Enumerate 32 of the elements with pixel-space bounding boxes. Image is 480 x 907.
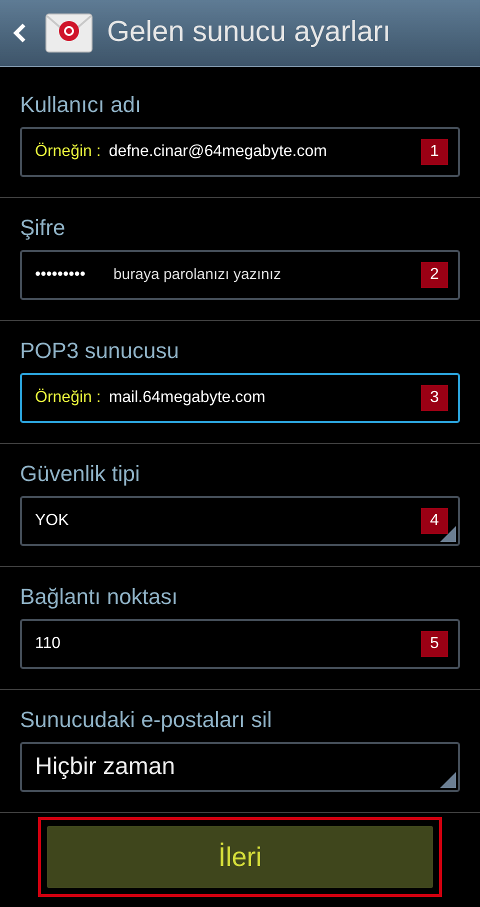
field-label: Güvenlik tipi: [20, 460, 141, 488]
dropdown-field[interactable]: Hiçbir zaman: [20, 742, 460, 792]
dropdown-corner-icon: [440, 772, 456, 788]
field-value: Hiçbir zaman: [35, 752, 176, 782]
field-label: Şifre: [20, 214, 66, 242]
example-hint: Örneğin :: [35, 142, 101, 162]
dropdown-corner-icon: [440, 526, 456, 542]
input-field[interactable]: ••••••••• buraya parolanızı yazınız 2: [20, 250, 460, 300]
next-button[interactable]: İleri: [47, 826, 433, 888]
number-badge: 1: [421, 139, 448, 165]
field-value: YOK: [35, 511, 69, 531]
input-field[interactable]: Örneğin : defne.cinar@64megabyte.com 1: [20, 127, 460, 177]
number-badge: 2: [421, 262, 448, 288]
input-field[interactable]: Örneğin : mail.64megabyte.com 3: [20, 373, 460, 423]
dropdown-field[interactable]: YOK 4: [20, 496, 460, 546]
input-field[interactable]: 110 5: [20, 619, 460, 669]
number-badge: 4: [421, 508, 448, 534]
field-label: Bağlantı noktası: [20, 583, 179, 611]
number-badge: 5: [421, 631, 448, 657]
example-hint: Örneğin :: [35, 388, 101, 408]
field-value: mail.64megabyte.com: [108, 388, 266, 408]
instruction-note: buraya parolanızı yazınız: [113, 264, 282, 285]
window-title: Gelen sunucu ayarları: [107, 15, 391, 50]
field-value: 110: [35, 634, 61, 654]
number-badge: 3: [421, 385, 448, 411]
field-value: defne.cinar@64megabyte.com: [108, 142, 327, 162]
field-value: •••••••••: [35, 265, 86, 285]
email-app-icon: [45, 13, 93, 53]
field-label: POP3 sunucusu: [20, 337, 180, 365]
back-icon[interactable]: [13, 22, 27, 44]
field-label: Kullanıcı adı: [20, 91, 142, 119]
field-label: Sunucudaki e-postaları sil: [20, 706, 273, 734]
